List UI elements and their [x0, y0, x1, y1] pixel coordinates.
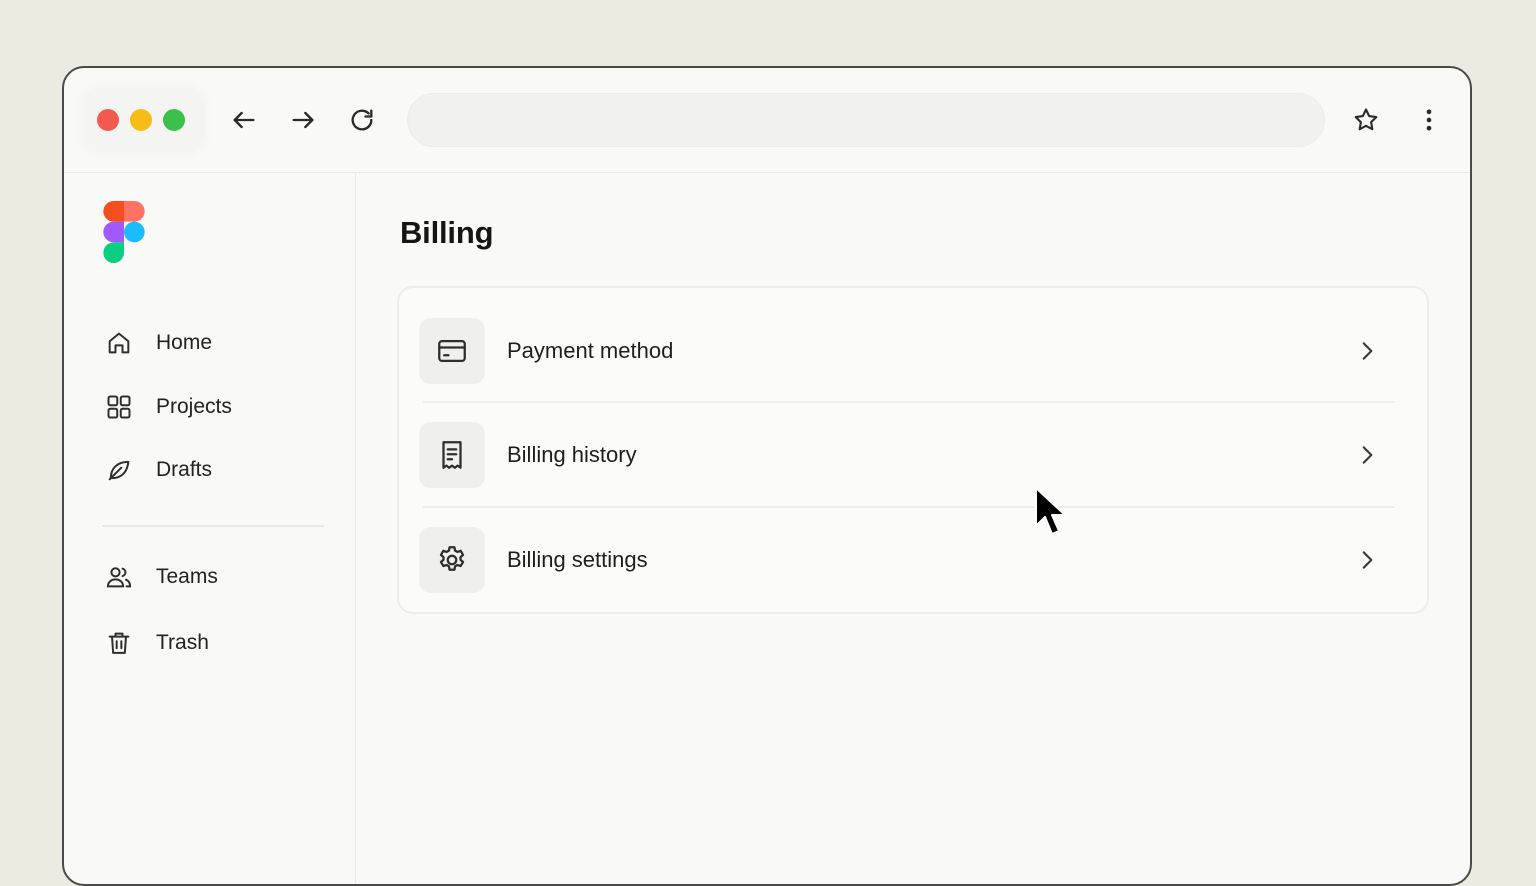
- gear-icon: [419, 527, 485, 593]
- page-title: Billing: [400, 215, 494, 250]
- billing-options-card: Payment method Billing history Billing s…: [397, 286, 1429, 614]
- kebab-menu-icon: [1426, 109, 1432, 131]
- sidebar-item-drafts[interactable]: Drafts: [104, 452, 212, 488]
- figma-logo[interactable]: [102, 201, 146, 263]
- window-controls: [82, 88, 204, 152]
- back-button[interactable]: [228, 104, 260, 136]
- leaf-icon: [104, 455, 134, 485]
- address-bar[interactable]: [407, 93, 1325, 147]
- billing-settings-row[interactable]: Billing settings: [419, 508, 1395, 612]
- chevron-right-icon: [1351, 335, 1383, 367]
- reload-button[interactable]: [346, 104, 378, 136]
- sidebar: Home Projects Drafts Teams Trash: [64, 173, 356, 884]
- sidebar-item-trash[interactable]: Trash: [104, 625, 209, 661]
- trash-icon: [104, 628, 134, 658]
- sidebar-item-projects[interactable]: Projects: [104, 389, 232, 425]
- payment-method-row[interactable]: Payment method: [419, 299, 1395, 403]
- grid-icon: [104, 392, 134, 422]
- bookmark-button[interactable]: [1350, 104, 1382, 136]
- receipt-icon: [419, 422, 485, 488]
- forward-button[interactable]: [287, 104, 319, 136]
- minimize-window-button[interactable]: [130, 109, 152, 131]
- maximize-window-button[interactable]: [163, 109, 185, 131]
- users-icon: [104, 562, 134, 592]
- sidebar-item-label: Drafts: [156, 458, 213, 481]
- reload-icon: [351, 109, 373, 131]
- sidebar-item-label: Trash: [156, 631, 209, 654]
- sidebar-divider: [102, 525, 324, 527]
- sidebar-item-teams[interactable]: Teams: [104, 559, 218, 595]
- row-label: Payment method: [507, 338, 674, 363]
- browser-menu-button[interactable]: [1413, 104, 1445, 136]
- chevron-right-icon: [1351, 544, 1383, 576]
- sidebar-item-home[interactable]: Home: [104, 325, 212, 361]
- close-window-button[interactable]: [97, 109, 119, 131]
- row-label: Billing settings: [507, 547, 648, 572]
- browser-toolbar: [64, 68, 1470, 173]
- browser-window: Home Projects Drafts Teams Trash Billing…: [62, 66, 1472, 886]
- sidebar-item-label: Teams: [156, 565, 218, 588]
- main-content: Billing Payment method Billing history B…: [357, 173, 1470, 884]
- billing-history-row[interactable]: Billing history: [419, 403, 1395, 507]
- sidebar-item-label: Projects: [156, 395, 232, 418]
- sidebar-item-label: Home: [156, 331, 213, 354]
- home-icon: [104, 328, 134, 358]
- star-icon: [1354, 108, 1378, 131]
- chevron-right-icon: [1351, 439, 1383, 471]
- arrow-left-icon: [233, 111, 255, 129]
- row-label: Billing history: [507, 442, 637, 467]
- credit-card-icon: [419, 318, 485, 384]
- arrow-right-icon: [292, 111, 314, 129]
- mouse-pointer-icon: [1035, 487, 1066, 535]
